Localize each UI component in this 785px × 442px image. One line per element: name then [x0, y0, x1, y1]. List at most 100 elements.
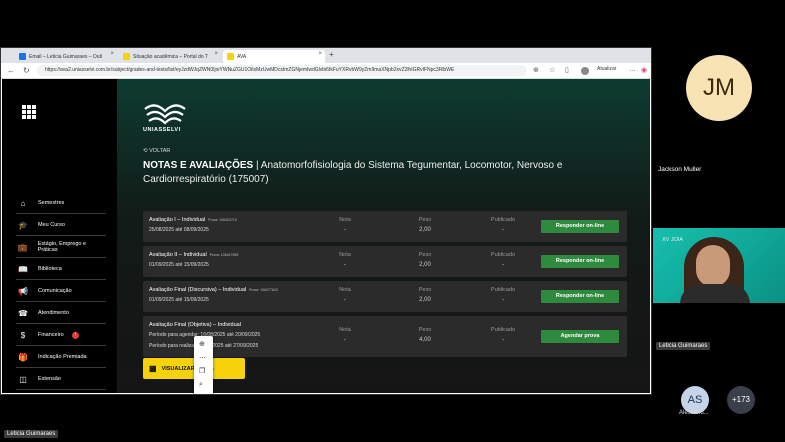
page-content: ⌂ Semestres 🎓 Meu Curso 💼 Estágio, Emprego e …	[2, 79, 650, 394]
nota-value: -	[344, 262, 346, 268]
publicado-value: -	[502, 227, 504, 233]
sidebar-item-indica-o-premiada[interactable]: 🎁 Indicação Premiada	[16, 347, 106, 368]
page-title: NOTAS E AVALIAÇÕES | Anatomorfofisiologi…	[143, 159, 633, 187]
sidebar-item-meu-curso[interactable]: 🎓 Meu Curso	[16, 215, 106, 236]
evaluation-name: Avaliação I – Individual Prova: 106420710	[149, 217, 237, 223]
close-icon[interactable]: ×	[318, 51, 322, 57]
zoom-in-icon[interactable]: ⊕	[199, 340, 205, 348]
sidebar-item-extens-o[interactable]: ◫ Extensão	[16, 369, 106, 390]
refresh-icon[interactable]: ↻	[23, 66, 30, 75]
peso-value: 4,00	[419, 337, 431, 343]
portal-icon	[123, 53, 130, 60]
tab-label: Email – Leticia Guimaraes – Outl	[29, 53, 103, 60]
sidebar-item-label: Comunicação	[38, 288, 72, 294]
nota-header: Nota	[339, 217, 351, 223]
gift-icon: 🎁	[18, 352, 28, 362]
back-label: VOLTAR	[149, 148, 171, 154]
address-bar: ← ↻ https://ava2.uniasselvi.com.br/subje…	[1, 63, 651, 79]
nota-value: -	[344, 297, 346, 303]
background-sign: XV JOIA	[662, 237, 684, 243]
evaluation-name: Avaliação Final (Objetiva) – Individual	[149, 322, 241, 328]
more-icon[interactable]: …	[629, 66, 636, 73]
copy-icon[interactable]: ❐	[199, 367, 205, 375]
jackson-name: Jackson Muller	[658, 166, 702, 173]
nota-header: Nota	[339, 327, 351, 333]
sidebar-item-semestres[interactable]: ⌂ Semestres	[16, 193, 106, 214]
floating-toolbar: ⊕ ⋯ ❐ ⌕	[194, 336, 213, 394]
prova-code: Prova: 106447698	[209, 253, 239, 257]
self-name-label: Leticia Guimaraes	[4, 430, 59, 438]
evaluation-action-button[interactable]: Responder on-line	[541, 290, 619, 303]
close-icon[interactable]: ×	[110, 51, 114, 57]
nota-value: -	[344, 227, 346, 233]
sidebar-item-label: Semestres	[38, 200, 65, 206]
home-icon: ⌂	[20, 198, 26, 208]
evaluation-card: Avaliação Final (Discursiva) – Individua…	[143, 281, 627, 312]
update-button[interactable]: Atualizar	[597, 66, 616, 72]
sidebar-item-label: Financeiro	[38, 332, 64, 338]
extension-icon: ◫	[19, 374, 27, 384]
alessandra-name: Alessand...	[679, 410, 709, 416]
sidebar-item-label: Biblioteca	[38, 266, 62, 272]
sidebar-item-atendimento[interactable]: ☎ Atendimento	[16, 303, 106, 324]
close-icon[interactable]: ×	[214, 51, 218, 57]
evaluation-dates: 25/08/2025 até 08/09/2025	[149, 227, 209, 233]
sidebar-item-label: Estágio, Emprego e Práticas	[37, 241, 87, 253]
more-participants-button[interactable]: +173	[727, 386, 755, 414]
zoom-icon[interactable]: ⊕	[533, 66, 539, 74]
tab-label: AVA	[237, 53, 247, 60]
sidebar-item-label: Meu Curso	[38, 222, 65, 228]
tab-ava[interactable]: AVA ×	[223, 50, 325, 63]
publicado-value: -	[502, 262, 504, 268]
alert-badge: !	[71, 331, 79, 339]
evaluation-card: Avaliação I – Individual Prova: 106420710…	[143, 211, 627, 242]
sidebar-item-biblioteca[interactable]: 📖 Biblioteca	[16, 259, 106, 280]
copilot-icon[interactable]: ◉	[641, 66, 647, 74]
publicado-header: Publicado	[490, 217, 516, 223]
evaluation-action-button[interactable]: Agendar prova	[541, 330, 619, 343]
sidebar-item-financeiro[interactable]: $ Financeiro!	[16, 325, 106, 346]
sidebar-item-label: Atendimento	[38, 310, 69, 316]
split-icon[interactable]: ▯	[565, 66, 569, 74]
participant-video[interactable]: XV JOIA	[653, 228, 785, 303]
publicado-header: Publicado	[490, 327, 516, 333]
logo-text: UNIASSELVI	[143, 127, 181, 133]
evaluation-dates: 01/09/2025 até 15/09/2025	[149, 297, 209, 303]
star-icon[interactable]: ☆	[549, 66, 555, 74]
publicado-value: -	[502, 337, 504, 343]
graduation-cap-icon: 🎓	[18, 220, 28, 230]
evaluation-card: Avaliação II – Individual Prova: 10644769…	[143, 246, 627, 277]
prova-code: Prova: 106377623	[249, 288, 278, 292]
calculator-icon: ▦	[149, 364, 157, 373]
browser-window: Email – Leticia Guimaraes – Outl × Situa…	[0, 47, 652, 395]
sidebar-item-est-gio-emprego-e-pr-ticas[interactable]: 💼 Estágio, Emprego e Práticas	[16, 237, 106, 258]
new-tab-button[interactable]: +	[329, 50, 334, 59]
nota-value: -	[344, 337, 346, 343]
jackson-avatar[interactable]: JM	[686, 55, 752, 121]
search-icon[interactable]: ⌕	[199, 381, 203, 389]
back-arrow-icon[interactable]: ←	[7, 66, 15, 75]
uniasselvi-logo-icon	[144, 104, 186, 125]
evaluation-action-button[interactable]: Responder on-line	[541, 255, 619, 268]
tab-situacao-academica[interactable]: Situação acadêmica – Portal do T ×	[119, 50, 221, 63]
dollar-icon: $	[20, 330, 26, 340]
evaluation-card: Avaliação Final (Objetiva) – Individual P…	[143, 316, 627, 357]
tab-bar: Email – Leticia Guimaraes – Outl × Situa…	[1, 48, 651, 63]
back-link[interactable]: ⟲ VOLTAR	[143, 148, 170, 154]
url-field[interactable]: https://ava2.uniasselvi.com.br/subject/g…	[37, 65, 527, 76]
sidebar-item-comunica-o[interactable]: 📢 Comunicação	[16, 281, 106, 302]
megaphone-icon: 📢	[18, 286, 28, 296]
profile-icon[interactable]	[581, 67, 589, 75]
publicado-value: -	[502, 297, 504, 303]
peso-value: 2,00	[419, 297, 431, 303]
evaluation-action-button[interactable]: Responder on-line	[541, 220, 619, 233]
publicado-header: Publicado	[490, 252, 516, 258]
video-name-label: Leticia Guimaraes	[656, 342, 711, 350]
apps-grid-icon[interactable]	[22, 105, 36, 119]
book-icon: 📖	[18, 264, 28, 274]
more-icon[interactable]: ⋯	[199, 354, 206, 362]
sidebar: ⌂ Semestres 🎓 Meu Curso 💼 Estágio, Emprego e …	[2, 79, 117, 393]
peso-value: 2,00	[419, 227, 431, 233]
sidebar-item-label: Indicação Premiada	[38, 354, 87, 360]
tab-email[interactable]: Email – Leticia Guimaraes – Outl ×	[15, 50, 117, 63]
